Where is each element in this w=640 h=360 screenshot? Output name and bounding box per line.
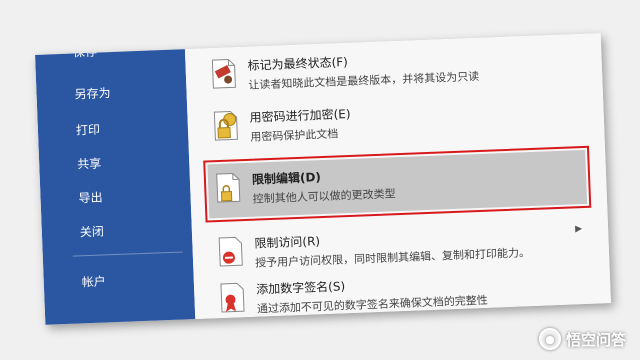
option-title: 限制访问(R) — [254, 234, 321, 251]
protect-document-menu: 标记为最终状态(F) 让读者知晓此文档是最终版本，并将其设为只读 用密码进行加密… — [184, 33, 611, 320]
option-title: 添加数字签名(S) — [255, 279, 346, 297]
document-lock-icon — [212, 169, 245, 206]
option-description: 控制其他人可以做的更改类型 — [252, 187, 396, 206]
sidebar-item-account[interactable]: 帐户 — [81, 272, 107, 290]
backstage-sidebar: 保存 另存为 打印 共享 导出 关闭 帐户 — [35, 37, 196, 325]
stamp-icon — [207, 55, 240, 92]
sidebar-item-export[interactable]: 导出 — [78, 188, 103, 206]
screenshot-card: 保存 另存为 打印 共享 导出 关闭 帐户 标记为最终状态(F) 让读者知晓此文… — [35, 33, 611, 325]
submenu-arrow-icon[interactable]: ▶ — [575, 224, 582, 234]
sidebar-divider — [72, 251, 183, 257]
sidebar-item-close[interactable]: 关闭 — [80, 222, 105, 240]
option-title: 用密码进行加密(E) — [249, 106, 351, 125]
sidebar-item-save[interactable]: 保存 — [73, 43, 98, 61]
option-restrict-editing[interactable]: 限制编辑(D) 控制其他人可以做的更改类型 — [203, 144, 592, 224]
sidebar-item-save-as[interactable]: 另存为 — [74, 84, 111, 102]
sidebar-item-share[interactable]: 共享 — [77, 155, 102, 173]
key-lock-icon — [209, 107, 242, 144]
sidebar-item-print[interactable]: 打印 — [76, 121, 101, 139]
chat-bubble-icon: ● — [538, 328, 561, 350]
watermark: ● 悟空问答 — [538, 328, 626, 350]
restrict-access-icon — [214, 233, 247, 270]
option-title: 标记为最终状态(F) — [247, 54, 349, 73]
option-title: 限制编辑(D) — [251, 170, 322, 187]
option-description: 用密码保护此文档 — [250, 127, 339, 144]
watermark-text: 悟空问答 — [565, 330, 626, 349]
ribbon-icon — [216, 279, 249, 316]
